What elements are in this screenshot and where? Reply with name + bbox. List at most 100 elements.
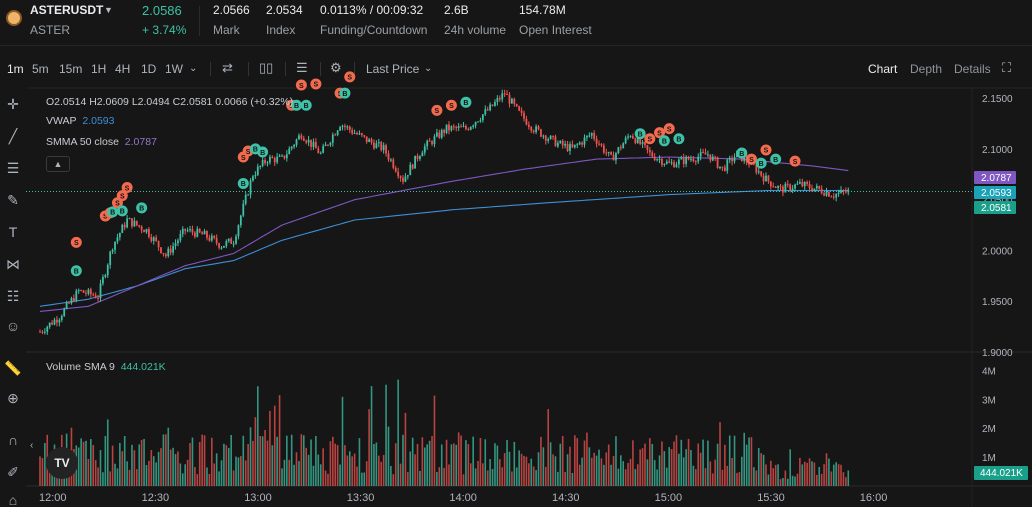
volume-bar [172,447,174,486]
timeframe-4h[interactable]: 4H [115,62,130,76]
timeframe-1d[interactable]: 1D [141,62,156,76]
candle-body [702,151,704,153]
volume-bar [249,427,252,486]
volume-bar [419,470,421,486]
marker-label: B [139,206,144,213]
candle-body [186,230,189,232]
volume-bar [845,477,847,486]
volume-bar [709,461,712,486]
measure-icon[interactable]: ☷ [4,288,22,305]
fullscreen-icon[interactable]: ⛶ [1002,60,1011,76]
candle-body [310,139,312,147]
ruler-icon[interactable]: 📏 [4,360,22,377]
volume-bar [167,427,170,486]
candle-body [753,160,755,165]
crosshair-icon[interactable]: ✛ [4,96,22,113]
magnet-icon[interactable]: ∩ [4,432,22,448]
symbol-name[interactable]: ASTERUSDT [30,3,103,17]
tradingview-logo[interactable]: TV [46,447,78,479]
volume-bar [322,448,324,486]
chevron-down-icon[interactable]: ⌄ [189,63,197,74]
candle-body [60,316,63,320]
time-tick-label: 12:00 [39,492,67,504]
chevron-left-icon[interactable]: ‹ [30,440,33,451]
candle-body [615,153,617,161]
candle-body [682,157,685,164]
candle-body [317,148,320,154]
volume-bar [837,464,840,486]
volume-bar [370,386,373,486]
volume-bar [179,463,182,486]
zoom-in-icon[interactable]: ⊕ [4,390,22,407]
lock-icon[interactable]: ✐ [4,464,22,481]
timeframe-15m[interactable]: 15m [59,62,82,76]
tab-depth[interactable]: Depth [910,62,942,76]
brush-icon[interactable]: ✎ [4,192,22,209]
candle-body [438,132,441,138]
candle-body [501,93,504,100]
chevron-down-icon[interactable]: ▼ [104,5,113,15]
volume-bar [653,460,656,486]
volume-bar [663,451,666,486]
volume-bar [278,395,281,486]
marker-label: B [463,100,468,107]
volume-bar [344,445,346,486]
trash-icon[interactable]: ⌂ [4,492,22,507]
candle-body [203,231,206,235]
volume-bar [803,461,806,486]
volume-bar [440,444,443,486]
timeframe-1m[interactable]: 1m [7,62,24,76]
volume-bar [428,440,431,486]
candle-body [697,156,700,162]
volume-bar [617,468,620,486]
candle-type-icon[interactable]: ▯▯ [259,60,273,76]
trend-line-icon[interactable]: ╱ [4,128,22,145]
timeframe-1h[interactable]: 1H [91,62,106,76]
tab-chart[interactable]: Chart [868,62,897,76]
timeframe-1w[interactable]: 1W [165,62,183,76]
volume-bar [840,464,842,486]
stat-label: Open Interest [519,23,592,37]
candle-body [532,130,535,133]
volume-bar [489,459,491,486]
pattern-icon[interactable]: ⋈ [4,256,22,273]
candle-body [576,144,579,146]
candle-body [820,188,823,194]
price-source-select[interactable]: Last Price [366,62,419,76]
horizontal-lines-icon[interactable]: ☰ [4,160,22,177]
timeframe-5m[interactable]: 5m [32,62,49,76]
candle-body [273,158,276,163]
candle-body [523,112,525,119]
gear-icon[interactable]: ⚙ [330,60,342,76]
candle-body [593,133,596,139]
volume-bar [515,467,518,486]
text-icon[interactable]: T [4,224,22,240]
volume-bar [789,449,791,486]
volume-bar [165,434,167,486]
candle-body [547,139,550,141]
marker-label: B [253,147,258,154]
volume-bar [457,432,460,486]
volume-bar [140,439,143,486]
buy-marker [70,265,82,277]
smile-icon[interactable]: ☺ [4,318,22,334]
volume-bar [801,464,804,486]
buy-marker [116,205,128,217]
candle-body [520,110,523,113]
candle-body [837,192,840,194]
tab-details[interactable]: Details [954,62,991,76]
chevron-down-icon[interactable]: ⌄ [424,63,432,74]
candle-body [80,290,83,292]
indicators-icon[interactable]: ☰ [296,60,308,76]
indicator-settings-icon[interactable]: ⇄ [222,60,233,76]
volume-bar [842,472,845,486]
volume-bar [779,479,782,486]
volume-bar [774,464,777,486]
candle-body [815,185,818,189]
candle-body [392,159,395,168]
aster-coin-icon [6,10,22,26]
candle-body [259,165,262,167]
volume-bar [760,453,762,486]
volume-bar [41,458,44,486]
collapse-legend-button[interactable]: ▲ [46,156,70,172]
